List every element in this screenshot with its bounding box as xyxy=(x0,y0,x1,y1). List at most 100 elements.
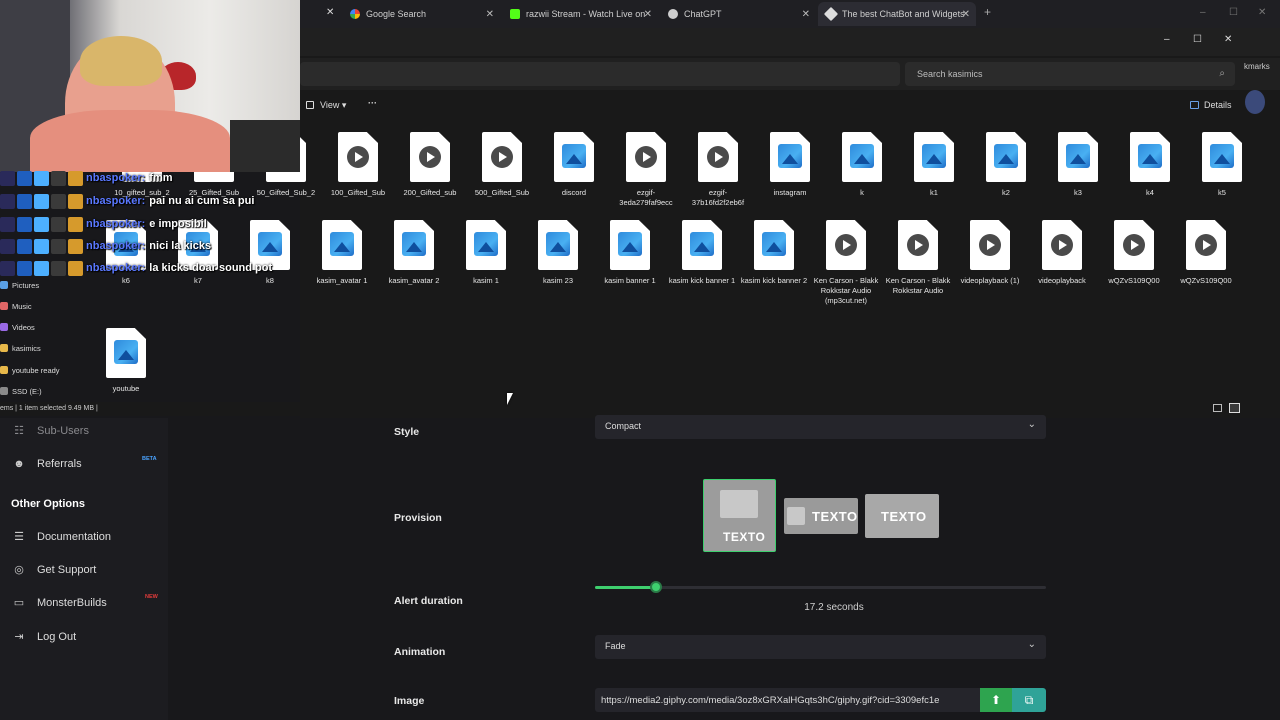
sidebar-item-referrals[interactable]: ☻ Referrals xyxy=(12,458,81,470)
close-icon[interactable]: ✕ xyxy=(802,9,810,20)
file-item[interactable]: 100_Gifted_Sub xyxy=(323,132,393,198)
folder-icon xyxy=(0,344,8,352)
tab-close-icon[interactable]: ✕ xyxy=(326,7,334,18)
close-icon[interactable]: ✕ xyxy=(962,9,970,20)
large-icons-view-icon[interactable] xyxy=(1229,403,1240,413)
image-file-icon xyxy=(1130,132,1170,182)
close-icon[interactable]: ✕ xyxy=(644,9,652,20)
folder-icon xyxy=(0,281,8,289)
duration-slider-track[interactable] xyxy=(595,581,1046,593)
provision-option-overlay[interactable]: TEXTO xyxy=(865,494,939,538)
nav-item[interactable]: Videos xyxy=(0,319,35,335)
new-tab-button[interactable]: + xyxy=(984,5,991,19)
tab-kick-stream[interactable]: razwii Stream - Watch Live on K ✕ xyxy=(502,2,658,26)
close-button[interactable]: ✕ xyxy=(1224,34,1232,45)
file-name: ezgif-3eda279faf9ecc xyxy=(619,188,673,207)
details-icon xyxy=(1190,101,1199,109)
nav-item[interactable]: youtube ready xyxy=(0,362,60,378)
view-button[interactable]: View ▾ xyxy=(320,100,346,111)
file-item[interactable]: k2 xyxy=(971,132,1041,198)
details-view-icon[interactable] xyxy=(1213,404,1222,412)
file-item[interactable]: k xyxy=(827,132,897,198)
chat-username: nbaspoker: xyxy=(86,262,146,274)
file-item[interactable]: kasim_avatar 2 xyxy=(379,220,449,286)
chat-badges xyxy=(0,170,83,186)
browser-close-icon[interactable]: ✕ xyxy=(1258,7,1266,18)
file-name: k2 xyxy=(1002,188,1010,197)
browser-maximize-icon[interactable]: ☐ xyxy=(1229,7,1238,18)
tab-chatgpt[interactable]: ChatGPT ✕ xyxy=(660,2,816,26)
minimize-button[interactable]: – xyxy=(1164,34,1170,45)
image-file-icon xyxy=(1202,132,1242,182)
upload-button[interactable]: ⬆ xyxy=(980,688,1012,712)
file-item[interactable]: kasim_avatar 1 xyxy=(307,220,377,286)
file-item[interactable]: 200_Gifted_sub xyxy=(395,132,465,198)
sidebar-item-log-out[interactable]: ⇥ Log Out xyxy=(12,630,76,644)
file-item[interactable]: videoplayback xyxy=(1027,220,1097,286)
address-bar[interactable] xyxy=(300,62,900,86)
file-item[interactable]: ezgif-37b16fd2f2eb6f xyxy=(683,132,753,208)
file-item[interactable]: videoplayback (1) xyxy=(955,220,1025,286)
sidebar-item-get-support[interactable]: ◎ Get Support xyxy=(12,563,96,577)
file-item[interactable]: kasim 23 xyxy=(523,220,593,286)
nav-item[interactable]: kasimics xyxy=(0,340,41,356)
status-text: ems | 1 item selected 9.49 MB | xyxy=(0,405,98,412)
file-item[interactable]: ezgif-3eda279faf9ecc xyxy=(611,132,681,208)
file-item[interactable]: wQZvS109Q00 xyxy=(1099,220,1169,286)
file-item[interactable]: instagram xyxy=(755,132,825,198)
animation-select[interactable]: Fade ⌄ xyxy=(595,635,1046,659)
maximize-button[interactable]: ☐ xyxy=(1193,34,1202,45)
image-url-input[interactable]: https://media2.giphy.com/media/3oz8xGRXa… xyxy=(595,688,980,712)
close-icon[interactable]: ✕ xyxy=(486,9,494,20)
file-item[interactable]: k1 xyxy=(899,132,969,198)
file-item[interactable]: 500_Gifted_Sub xyxy=(467,132,537,198)
provision-option-inline[interactable]: TEXTO xyxy=(784,498,858,534)
file-item[interactable]: kasim kick banner 2 xyxy=(739,220,809,286)
details-button[interactable]: Details xyxy=(1204,100,1232,110)
tab-google-search[interactable]: Google Search ✕ xyxy=(342,2,500,26)
beta-badge: BETA xyxy=(142,456,157,462)
video-file-icon xyxy=(1186,220,1226,270)
file-item[interactable]: Ken Carson - Blakk Rokkstar Audio xyxy=(883,220,953,296)
sidebar-item-sub-users[interactable]: ☷ Sub-Users xyxy=(12,424,89,438)
file-item[interactable]: youtube xyxy=(91,328,161,394)
tab-chatbot-widgets[interactable]: The best ChatBot and Widgets f ✕ xyxy=(818,2,976,26)
more-options-button[interactable]: ··· xyxy=(368,98,377,108)
video-file-icon xyxy=(338,132,378,182)
image-file-icon xyxy=(538,220,578,270)
file-item[interactable]: k4 xyxy=(1115,132,1185,198)
nav-item[interactable]: Pictures xyxy=(0,277,39,293)
file-item[interactable]: kasim kick banner 1 xyxy=(667,220,737,286)
file-item[interactable]: wQZvS109Q00 xyxy=(1171,220,1241,286)
file-item[interactable]: k5 xyxy=(1187,132,1257,198)
sidebar-item-monsterbuilds[interactable]: ▭ MonsterBuilds xyxy=(12,596,107,610)
chat-message: nbaspoker: e imposibil xyxy=(0,214,207,234)
image-file-icon xyxy=(466,220,506,270)
file-item[interactable]: kasim banner 1 xyxy=(595,220,665,286)
file-name: kasim_avatar 1 xyxy=(316,276,368,285)
provision-option-stacked[interactable]: TEXTO xyxy=(703,479,776,552)
video-file-icon xyxy=(698,132,738,182)
badge-icon xyxy=(68,193,83,209)
image-file-icon xyxy=(610,220,650,270)
badge-icon xyxy=(34,238,49,254)
image-file-icon xyxy=(1058,132,1098,182)
duration-slider-thumb[interactable] xyxy=(650,581,662,593)
badge-icon xyxy=(51,260,66,276)
file-item[interactable]: kasim 1 xyxy=(451,220,521,286)
nav-item[interactable]: Music xyxy=(0,298,32,314)
chat-text: fmm xyxy=(149,172,173,184)
file-item[interactable]: k3 xyxy=(1043,132,1113,198)
search-input[interactable]: Search kasimics ⌕ xyxy=(905,62,1235,86)
gallery-button[interactable]: ⧉ xyxy=(1012,688,1046,712)
file-name: discord xyxy=(561,188,587,197)
style-label: Style xyxy=(394,426,420,438)
nav-item[interactable]: SSD (E:) xyxy=(0,383,42,399)
animation-value: Fade xyxy=(605,641,626,651)
file-item[interactable]: discord xyxy=(539,132,609,198)
avatar[interactable] xyxy=(1245,90,1265,114)
browser-minimize-icon[interactable]: – xyxy=(1200,7,1206,18)
file-item[interactable]: Ken Carson - Blakk Rokkstar Audio (mp3cu… xyxy=(811,220,881,306)
style-select[interactable]: Compact ⌄ xyxy=(595,415,1046,439)
sidebar-item-documentation[interactable]: ☰ Documentation xyxy=(12,530,111,544)
